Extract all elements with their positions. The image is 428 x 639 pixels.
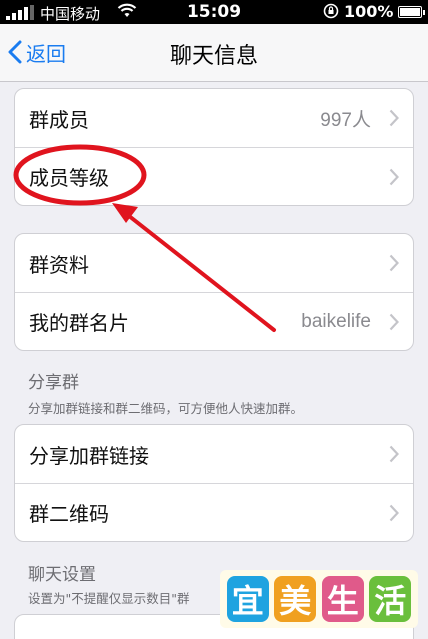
group-info-card: 群资料 我的群名片 baikelife <box>14 233 414 351</box>
watermark-char: 美 <box>274 576 317 622</box>
chevron-right-icon <box>389 168 399 186</box>
chevron-right-icon <box>389 313 399 331</box>
row-group-qr-code[interactable]: 群二维码 <box>15 483 413 541</box>
watermark-logo: 宜 美 生 活 <box>220 570 418 628</box>
watermark-char: 生 <box>321 576 364 622</box>
section-description-share: 分享加群链接和群二维码，可方便他人快速加群。 <box>28 401 304 416</box>
row-group-members[interactable]: 群成员 997人 <box>15 89 413 147</box>
battery-percent: 100% <box>344 2 394 21</box>
row-share-link[interactable]: 分享加群链接 <box>15 425 413 483</box>
row-label: 分享加群链接 <box>29 443 149 468</box>
status-bar: 中国移动 15:09 100% <box>0 0 428 24</box>
chevron-right-icon <box>389 254 399 272</box>
row-group-profile[interactable]: 群资料 <box>15 234 413 292</box>
group-members-card: 群成员 997人 成员等级 <box>14 88 414 206</box>
row-label: 群资料 <box>29 252 89 277</box>
watermark-char: 宜 <box>226 576 269 622</box>
navigation-bar: 返回 聊天信息 <box>0 24 428 82</box>
section-title-share: 分享群 <box>28 373 79 393</box>
row-member-level[interactable]: 成员等级 <box>15 147 413 205</box>
member-count: 997人 <box>320 109 371 131</box>
row-label: 群二维码 <box>29 502 109 526</box>
page-title: 聊天信息 <box>169 44 258 69</box>
section-description-chat-settings: 设置为"不提醒仅显示数目"群 <box>28 591 190 606</box>
chevron-right-icon <box>389 504 399 522</box>
row-label: 群成员 <box>29 107 89 132</box>
rotation-lock-icon <box>323 3 339 23</box>
row-my-group-card[interactable]: 我的群名片 baikelife <box>15 292 413 350</box>
row-label: 成员等级 <box>29 166 109 190</box>
group-nickname-value: baikelife <box>301 310 371 332</box>
watermark-char: 活 <box>369 576 412 622</box>
section-title-chat-settings: 聊天设置 <box>28 565 96 585</box>
share-card: 分享加群链接 群二维码 <box>14 424 414 542</box>
chevron-right-icon <box>389 109 399 127</box>
battery-icon <box>398 6 425 18</box>
row-label: 我的群名片 <box>29 311 129 335</box>
annotation-arrowhead <box>112 203 138 223</box>
chevron-right-icon <box>389 445 399 463</box>
